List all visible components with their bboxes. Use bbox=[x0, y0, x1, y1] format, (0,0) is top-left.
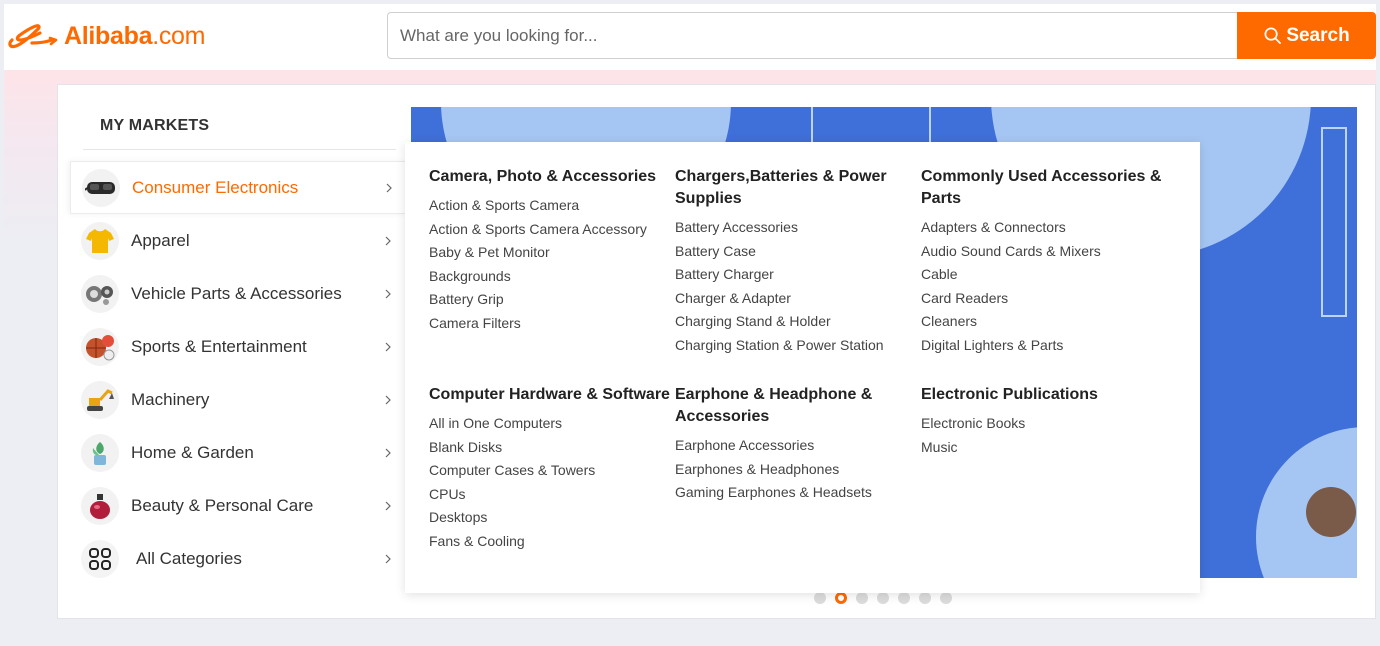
chevron-right-icon bbox=[385, 342, 391, 351]
search-box bbox=[387, 12, 1239, 59]
subcategory-link[interactable]: Cable bbox=[921, 263, 1171, 287]
subcategory-link[interactable]: Earphones & Headphones bbox=[675, 458, 900, 482]
subcategory-link[interactable]: Adapters & Connectors bbox=[921, 216, 1171, 240]
carousel-dot[interactable] bbox=[814, 592, 826, 604]
menu-item-consumer-electronics[interactable]: Consumer Electronics bbox=[70, 161, 406, 214]
logo-wordmark: Alibaba bbox=[64, 21, 153, 50]
menu-item-label: Machinery bbox=[131, 389, 210, 409]
subcategory-link[interactable]: Action & Sports Camera bbox=[429, 194, 669, 218]
logo-domain: .com bbox=[152, 21, 206, 50]
menu-item-home-garden[interactable]: Home & Garden bbox=[70, 426, 406, 479]
subcategory-link[interactable]: Gaming Earphones & Headsets bbox=[675, 481, 900, 505]
subcategory-link[interactable]: Electronic Books bbox=[921, 412, 1171, 436]
subcategory-link[interactable]: Card Readers bbox=[921, 287, 1171, 311]
menu-item-vehicle-parts[interactable]: Vehicle Parts & Accessories bbox=[70, 267, 406, 320]
chevron-right-icon bbox=[385, 395, 391, 404]
subcategory-link[interactable]: Fans & Cooling bbox=[429, 530, 674, 554]
subcategory-link[interactable]: Cleaners bbox=[921, 310, 1171, 334]
menu-item-label: All Categories bbox=[136, 548, 242, 568]
carousel-dot[interactable] bbox=[919, 592, 931, 604]
carousel-dot[interactable] bbox=[877, 592, 889, 604]
menu-item-all-categories[interactable]: All Categories bbox=[70, 532, 406, 585]
carousel-dots bbox=[814, 592, 952, 604]
category-group: Commonly Used Accessories & Parts Adapte… bbox=[921, 166, 1171, 358]
category-group-title[interactable]: Camera, Photo & Accessories bbox=[429, 166, 669, 188]
chevron-right-icon bbox=[385, 554, 391, 563]
category-group: Computer Hardware & Software All in One … bbox=[429, 384, 674, 554]
subcategory-link[interactable]: Computer Cases & Towers bbox=[429, 459, 674, 483]
site-header: Alibaba.com Search bbox=[4, 4, 1376, 70]
carousel-dot[interactable] bbox=[940, 592, 952, 604]
alibaba-logo-icon bbox=[8, 24, 58, 49]
divider bbox=[83, 149, 396, 150]
category-group: Chargers,Batteries & Power Supplies Batt… bbox=[675, 166, 900, 358]
search-input[interactable] bbox=[388, 13, 1239, 58]
logo-text: Alibaba.com bbox=[64, 22, 205, 51]
category-menu: Consumer Electronics Apparel Vehicle Par… bbox=[70, 161, 406, 585]
search-button-label: Search bbox=[1286, 24, 1350, 46]
subcategory-link[interactable]: CPUs bbox=[429, 483, 674, 507]
carousel-dot[interactable] bbox=[898, 592, 910, 604]
subcategory-link[interactable]: Battery Accessories bbox=[675, 216, 900, 240]
subcategory-link[interactable]: Charging Stand & Holder bbox=[675, 310, 900, 334]
menu-item-label: Apparel bbox=[131, 230, 190, 250]
markets-title: MY MARKETS bbox=[100, 117, 210, 134]
menu-item-machinery[interactable]: Machinery bbox=[70, 373, 406, 426]
carousel-dot-active[interactable] bbox=[835, 592, 847, 604]
menu-item-label: Home & Garden bbox=[131, 442, 254, 462]
alibaba-logo[interactable]: Alibaba.com bbox=[6, 18, 205, 54]
search-icon bbox=[1264, 27, 1282, 44]
menu-item-label: Beauty & Personal Care bbox=[131, 495, 314, 515]
menu-item-label: Vehicle Parts & Accessories bbox=[131, 283, 342, 303]
chevron-right-icon bbox=[385, 289, 391, 298]
category-group-title[interactable]: Chargers,Batteries & Power Supplies bbox=[675, 166, 900, 210]
subcategory-link[interactable]: All in One Computers bbox=[429, 412, 674, 436]
subcategory-link[interactable]: Backgrounds bbox=[429, 265, 669, 289]
subcategory-link[interactable]: Earphone Accessories bbox=[675, 434, 900, 458]
excavator-icon bbox=[81, 380, 119, 419]
menu-item-apparel[interactable]: Apparel bbox=[70, 214, 406, 267]
menu-item-beauty-personal-care[interactable]: Beauty & Personal Care bbox=[70, 479, 406, 532]
chevron-right-icon bbox=[385, 448, 391, 457]
category-group: Electronic Publications Electronic Books… bbox=[921, 384, 1171, 459]
carousel-dot[interactable] bbox=[856, 592, 868, 604]
plant-icon bbox=[81, 433, 119, 472]
subcategory-link[interactable]: Charging Station & Power Station bbox=[675, 334, 900, 358]
banner-decor bbox=[1321, 127, 1347, 317]
menu-item-label: Consumer Electronics bbox=[132, 177, 299, 197]
category-group-title[interactable]: Earphone & Headphone & Accessories bbox=[675, 384, 900, 428]
subcategory-link[interactable]: Camera Filters bbox=[429, 312, 669, 336]
product-image bbox=[1306, 487, 1356, 537]
grid-icon bbox=[81, 539, 119, 578]
category-group-title[interactable]: Commonly Used Accessories & Parts bbox=[921, 166, 1171, 210]
vr-headset-icon bbox=[82, 168, 120, 207]
category-group-title[interactable]: Electronic Publications bbox=[921, 384, 1171, 406]
subcategory-link[interactable]: Battery Grip bbox=[429, 288, 669, 312]
subcategory-link[interactable]: Action & Sports Camera Accessory bbox=[429, 218, 669, 242]
balls-icon bbox=[81, 327, 119, 366]
subcategory-link[interactable]: Baby & Pet Monitor bbox=[429, 241, 669, 265]
category-dropdown: Camera, Photo & Accessories Action & Spo… bbox=[405, 142, 1200, 593]
subcategory-link[interactable]: Battery Charger bbox=[675, 263, 900, 287]
subcategory-link[interactable]: Audio Sound Cards & Mixers bbox=[921, 240, 1171, 264]
category-group-title[interactable]: Computer Hardware & Software bbox=[429, 384, 674, 406]
subcategory-link[interactable]: Digital Lighters & Parts bbox=[921, 334, 1171, 358]
category-group: Earphone & Headphone & Accessories Earph… bbox=[675, 384, 900, 505]
subcategory-link[interactable]: Battery Case bbox=[675, 240, 900, 264]
chevron-right-icon bbox=[386, 183, 392, 192]
category-group: Camera, Photo & Accessories Action & Spo… bbox=[429, 166, 669, 336]
subcategory-link[interactable]: Blank Disks bbox=[429, 436, 674, 460]
engine-parts-icon bbox=[81, 274, 119, 313]
menu-item-sports-entertainment[interactable]: Sports & Entertainment bbox=[70, 320, 406, 373]
subcategory-link[interactable]: Charger & Adapter bbox=[675, 287, 900, 311]
menu-item-label: Sports & Entertainment bbox=[131, 336, 307, 356]
subcategory-link[interactable]: Desktops bbox=[429, 506, 674, 530]
chevron-right-icon bbox=[385, 501, 391, 510]
subcategory-link[interactable]: Music bbox=[921, 436, 1171, 460]
chevron-right-icon bbox=[385, 236, 391, 245]
banner-decor bbox=[811, 107, 931, 147]
search-button[interactable]: Search bbox=[1237, 12, 1376, 59]
perfume-icon bbox=[81, 486, 119, 525]
tshirt-icon bbox=[81, 221, 119, 260]
